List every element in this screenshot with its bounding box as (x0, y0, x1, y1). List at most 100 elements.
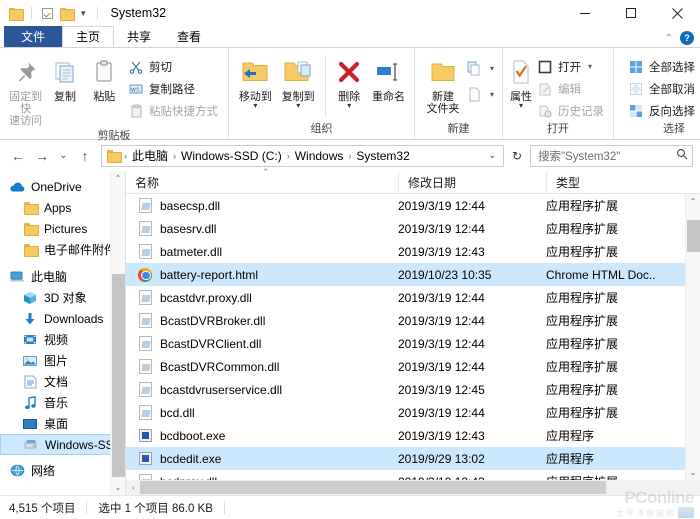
table-row[interactable]: batmeter.dll 2019/3/19 12:43 应用程序扩展 (126, 240, 700, 263)
sidebar-item-network[interactable]: 网络 (0, 460, 125, 481)
rename-icon (374, 56, 402, 88)
sidebar-item-onedrive[interactable]: OneDrive (0, 176, 125, 197)
scroll-up-icon[interactable]: ⌃ (686, 194, 700, 209)
chevron-down-icon[interactable]: ▾ (296, 102, 300, 110)
search-input[interactable]: 搜索"System32" (538, 148, 676, 164)
paste-shortcut-button[interactable]: 粘贴快捷方式 (124, 101, 222, 120)
table-row[interactable]: bcdboot.exe 2019/3/19 12:43 应用程序 (126, 424, 700, 447)
sidebar-item-email-attachments[interactable]: 电子邮件附件 (0, 239, 125, 260)
help-icon[interactable]: ? (680, 31, 694, 45)
copy-path-button[interactable]: w:\ 复制路径 (124, 79, 222, 98)
search-box[interactable]: 搜索"System32" (530, 144, 693, 167)
minimize-button[interactable] (562, 0, 608, 26)
sidebar-item-documents[interactable]: 文档 (0, 371, 125, 392)
breadcrumb: › 此电脑 › Windows-SSD (C:) › Windows › Sys… (122, 147, 484, 164)
file-list-scrollbar[interactable]: ⌃ ⌄ (685, 194, 700, 480)
scroll-down-icon[interactable]: ⌄ (111, 480, 125, 495)
sidebar-item-3d-objects[interactable]: 3D 对象 (0, 287, 125, 308)
breadcrumb-item-windows[interactable]: Windows (292, 149, 347, 163)
breadcrumb-item-this-pc[interactable]: 此电脑 (129, 147, 171, 164)
table-row[interactable]: bcastdvruserservice.dll 2019/3/19 12:45 … (126, 378, 700, 401)
scroll-left-icon[interactable]: ‹ (126, 483, 141, 492)
table-row[interactable]: bcd.dll 2019/3/19 12:44 应用程序扩展 (126, 401, 700, 424)
chevron-down-icon[interactable]: ▾ (588, 62, 592, 71)
chevron-down-icon[interactable]: ▾ (519, 102, 523, 110)
breadcrumb-item-system32[interactable]: System32 (353, 149, 412, 163)
copy-to-button[interactable]: 复制到 ▾ (278, 53, 319, 110)
table-row[interactable]: bcastdvr.proxy.dll 2019/3/19 12:44 应用程序扩… (126, 286, 700, 309)
breadcrumb-item-drive[interactable]: Windows-SSD (C:) (178, 149, 285, 163)
table-row[interactable]: bcdprov.dll 2019/3/19 12:43 应用程序扩展 (126, 470, 700, 480)
table-row[interactable]: BcastDVRBroker.dll 2019/3/19 12:44 应用程序扩… (126, 309, 700, 332)
pin-to-quick-access-button[interactable]: 固定到快 速访问 (6, 53, 45, 127)
breadcrumb-bar[interactable]: › 此电脑 › Windows-SSD (C:) › Windows › Sys… (101, 144, 504, 167)
new-folder-label: 新建 文件夹 (426, 91, 460, 115)
table-row[interactable]: basecsp.dll 2019/3/19 12:44 应用程序扩展 (126, 194, 700, 217)
folder-icon[interactable] (8, 6, 24, 21)
paste-button[interactable]: 粘贴 (85, 53, 124, 103)
chevron-down-icon[interactable]: ▾ (490, 90, 494, 99)
sidebar-item-music[interactable]: 音乐 (0, 392, 125, 413)
chevron-down-icon[interactable]: ▾ (78, 8, 89, 19)
sidebar-item-this-pc[interactable]: 此电脑 (0, 266, 125, 287)
recent-locations-button[interactable]: ⌄ (55, 145, 72, 167)
move-to-button[interactable]: 移动到 ▾ (235, 53, 276, 110)
scrollbar-thumb[interactable] (112, 274, 125, 477)
rename-button[interactable]: 重命名 (369, 53, 408, 103)
cut-button[interactable]: 剪切 (124, 57, 222, 76)
scroll-down-icon[interactable]: ⌄ (686, 465, 700, 480)
checkbox-icon[interactable] (40, 6, 55, 21)
table-row-selected[interactable]: battery-report.html 2019/10/23 10:35 Chr… (126, 263, 700, 286)
up-button[interactable]: ↑ (74, 145, 96, 167)
refresh-button[interactable]: ↻ (506, 145, 528, 167)
column-header-name[interactable]: 名称 ⌃ (126, 167, 398, 194)
new-folder-button[interactable]: 新建 文件夹 (421, 53, 465, 115)
maximize-button[interactable] (608, 0, 654, 26)
history-button[interactable]: 历史记录 (533, 101, 608, 120)
new-folder-icon[interactable] (59, 6, 75, 21)
chevron-down-icon[interactable]: ▾ (490, 64, 494, 73)
copy-button[interactable]: 复制 (45, 53, 84, 103)
properties-button[interactable]: 属性 ▾ (509, 53, 533, 110)
sidebar-item-desktop[interactable]: 桌面 (0, 413, 125, 434)
tab-view[interactable]: 查看 (164, 26, 214, 47)
sidebar-item-pictures[interactable]: 图片 (0, 350, 125, 371)
open-button[interactable]: 打开 ▾ (533, 57, 608, 76)
new-item-button[interactable]: ▾ (465, 59, 496, 78)
chevron-down-icon[interactable]: ▾ (253, 102, 257, 110)
sidebar-item-downloads[interactable]: Downloads (0, 308, 125, 329)
sidebar-item-apps[interactable]: Apps (0, 197, 125, 218)
edit-button[interactable]: 编辑 (533, 79, 608, 98)
select-all-button[interactable]: 全部选择 (624, 57, 699, 76)
table-row[interactable]: BcastDVRCommon.dll 2019/3/19 12:44 应用程序扩… (126, 355, 700, 378)
tab-home[interactable]: 主页 (62, 26, 115, 47)
videos-icon (22, 332, 38, 348)
collapse-ribbon-icon[interactable]: ⌃ (665, 33, 673, 44)
sidebar-item-videos[interactable]: 视频 (0, 329, 125, 350)
forward-button[interactable]: → (31, 145, 53, 167)
column-header-date[interactable]: 修改日期 (398, 170, 546, 194)
tab-file[interactable]: 文件 (4, 26, 63, 47)
horizontal-scrollbar[interactable]: ‹ (126, 480, 700, 495)
select-none-button[interactable]: 全部取消 (624, 79, 699, 98)
close-button[interactable] (654, 0, 700, 26)
sidebar-item-pictures-onedrive[interactable]: Pictures (0, 218, 125, 239)
table-row[interactable]: basesrv.dll 2019/3/19 12:44 应用程序扩展 (126, 217, 700, 240)
invert-selection-button[interactable]: 反向选择 (624, 101, 699, 120)
path-dropdown-icon[interactable]: ⌄ (484, 150, 500, 161)
scrollbar-thumb[interactable] (687, 220, 700, 252)
chevron-down-icon[interactable]: ▾ (347, 102, 351, 110)
delete-button[interactable]: 删除 ▾ (331, 53, 366, 110)
hscrollbar-thumb[interactable] (140, 481, 606, 494)
table-row[interactable]: BcastDVRClient.dll 2019/3/19 12:44 应用程序扩… (126, 332, 700, 355)
tab-share[interactable]: 共享 (114, 26, 164, 47)
back-button[interactable]: ← (7, 145, 29, 167)
magnifier-icon[interactable] (676, 148, 688, 163)
sidebar-item-label: OneDrive (31, 179, 82, 194)
column-header-type[interactable]: 类型 (546, 170, 685, 194)
easy-access-button[interactable]: ▾ (465, 85, 496, 104)
navigation-scrollbar[interactable]: ⌃ ⌄ (110, 171, 125, 495)
table-row-selected[interactable]: bcdedit.exe 2019/9/29 13:02 应用程序 (126, 447, 700, 470)
scroll-up-icon[interactable]: ⌃ (111, 171, 125, 186)
sidebar-item-windows-ssd[interactable]: Windows-SSD ( (0, 434, 125, 455)
